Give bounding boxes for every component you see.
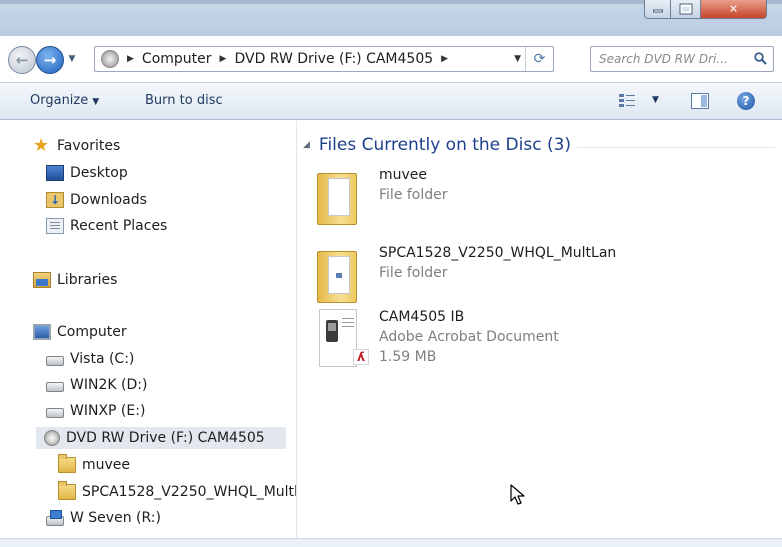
nav-favorites-label: Favorites [57, 138, 121, 154]
close-icon: ✕ [728, 2, 739, 16]
adobe-acrobat-icon: ʎ [353, 349, 369, 365]
file-item-spca1528[interactable]: SPCA1528_V2250_WHQL_MultLan File folder [315, 245, 755, 315]
file-type: File folder [379, 187, 448, 203]
change-view-icon[interactable] [618, 93, 636, 109]
breadcrumb-computer[interactable]: Computer [142, 51, 212, 67]
folder-icon [58, 454, 76, 473]
nav-downloads-label: Downloads [70, 192, 147, 208]
nav-libraries-label: Libraries [57, 272, 118, 288]
nav-drive-e[interactable]: WINXP (E:) [46, 400, 145, 422]
nav-computer[interactable]: Computer [33, 321, 127, 343]
nav-folder-spca1528[interactable]: SPCA1528_V2250_WHQL_Multl [58, 481, 298, 503]
mouse-cursor-icon [510, 484, 525, 505]
folder-icon [315, 167, 367, 227]
preview-pane-button[interactable] [691, 93, 709, 109]
breadcrumb-separator-icon[interactable]: ▶ [220, 54, 227, 64]
dvd-drive-icon [44, 430, 60, 446]
chevron-down-icon: ▼ [92, 97, 100, 107]
nav-dvd-drive-f-label: DVD RW Drive (F:) CAM4505 [66, 430, 265, 446]
help-icon[interactable]: ? [737, 92, 755, 110]
forward-button[interactable]: → [36, 46, 64, 74]
nav-drive-c-label: Vista (C:) [70, 351, 135, 367]
computer-icon [33, 324, 51, 340]
close-button[interactable]: ✕ [701, 0, 767, 19]
back-button[interactable]: ← [8, 46, 36, 74]
recent-pages-dropdown-icon[interactable]: ▼ [67, 54, 77, 64]
forward-arrow-icon: → [43, 50, 57, 69]
star-icon: ★ [33, 135, 50, 156]
dvd-drive-icon [101, 50, 119, 68]
hard-drive-icon [46, 408, 64, 418]
navigation-row: ← → ▼ ▶ Computer ▶ DVD RW Drive (F:) CAM… [0, 40, 782, 80]
group-divider [577, 147, 775, 148]
network-drive-icon [46, 509, 64, 526]
nav-network-drive-r[interactable]: W Seven (R:) [46, 507, 161, 529]
file-item-cam4505-ib[interactable]: ʎ CAM4505 IB Adobe Acrobat Document 1.59… [315, 309, 755, 379]
view-options-dropdown-icon[interactable]: ▼ [652, 95, 659, 105]
folder-icon [58, 481, 76, 500]
nav-folder-muvee[interactable]: muvee [58, 454, 130, 476]
refresh-icon: ⟳ [533, 51, 546, 67]
file-item-muvee[interactable]: muvee File folder [315, 167, 755, 237]
burn-to-disc-label: Burn to disc [145, 93, 223, 108]
file-name: SPCA1528_V2250_WHQL_MultLan [379, 245, 617, 261]
minimize-icon [652, 9, 663, 13]
file-size: 1.59 MB [379, 349, 437, 365]
nav-downloads[interactable]: Downloads [46, 189, 147, 211]
nav-drive-d-label: WIN2K (D:) [70, 377, 148, 393]
breadcrumb-separator-icon[interactable]: ▶ [441, 54, 448, 64]
recent-places-icon [46, 218, 64, 234]
group-header[interactable]: ◢ Files Currently on the Disc (3) [303, 135, 571, 155]
breadcrumb-separator-icon[interactable]: ▶ [127, 54, 134, 64]
file-name: CAM4505 IB [379, 309, 465, 325]
nav-drive-c[interactable]: Vista (C:) [46, 348, 134, 370]
organize-label: Organize [30, 93, 89, 108]
command-bar: Organize ▼ Burn to disc ▼ ? [0, 82, 782, 120]
title-bar: ✕ [0, 0, 782, 36]
organize-menu-button[interactable]: Organize ▼ [30, 93, 99, 108]
search-box[interactable] [590, 46, 774, 72]
navigation-pane: ★ Favorites Desktop Downloads Recent Pla… [0, 121, 298, 547]
nav-desktop[interactable]: Desktop [46, 162, 128, 184]
nav-desktop-label: Desktop [70, 165, 128, 181]
minimize-button[interactable] [644, 0, 671, 19]
collapse-triangle-icon[interactable]: ◢ [303, 140, 310, 150]
burn-to-disc-button[interactable]: Burn to disc [145, 93, 223, 108]
nav-computer-label: Computer [57, 324, 127, 340]
maximize-button[interactable] [671, 0, 701, 19]
downloads-icon [46, 192, 64, 208]
nav-drive-e-label: WINXP (E:) [70, 403, 146, 419]
nav-favorites[interactable]: ★ Favorites [33, 135, 120, 157]
nav-folder-muvee-label: muvee [82, 457, 131, 473]
breadcrumb-dvd-drive[interactable]: DVD RW Drive (F:) CAM4505 [234, 51, 433, 67]
libraries-icon [33, 272, 51, 288]
nav-recent-places-label: Recent Places [70, 218, 168, 234]
file-type: Adobe Acrobat Document [379, 329, 559, 345]
hard-drive-icon [46, 356, 64, 366]
search-input[interactable] [599, 50, 747, 68]
bottom-border [0, 538, 782, 547]
search-icon[interactable] [754, 52, 767, 65]
nav-folder-spca1528-label: SPCA1528_V2250_WHQL_Multl [82, 484, 298, 500]
desktop-icon [46, 165, 64, 181]
address-bar[interactable]: ▶ Computer ▶ DVD RW Drive (F:) CAM4505 ▶… [94, 46, 554, 72]
file-list-pane: ◢ Files Currently on the Disc (3) muvee … [297, 121, 782, 547]
nav-drive-d[interactable]: WIN2K (D:) [46, 374, 147, 396]
refresh-button[interactable]: ⟳ [525, 47, 553, 71]
group-title: Files Currently on the Disc (3) [318, 135, 572, 155]
nav-libraries[interactable]: Libraries [33, 269, 117, 291]
file-type: File folder [379, 265, 448, 281]
nav-dvd-drive-f[interactable]: DVD RW Drive (F:) CAM4505 [36, 427, 286, 449]
back-arrow-icon: ← [15, 50, 29, 69]
pdf-icon: ʎ [315, 309, 369, 369]
nav-recent-places[interactable]: Recent Places [46, 215, 167, 237]
maximize-icon [679, 3, 692, 15]
file-name: muvee [379, 167, 428, 183]
folder-icon [315, 245, 367, 305]
hard-drive-icon [46, 382, 64, 392]
address-history-dropdown-icon[interactable]: ▼ [514, 54, 521, 64]
nav-network-drive-r-label: W Seven (R:) [70, 510, 161, 526]
